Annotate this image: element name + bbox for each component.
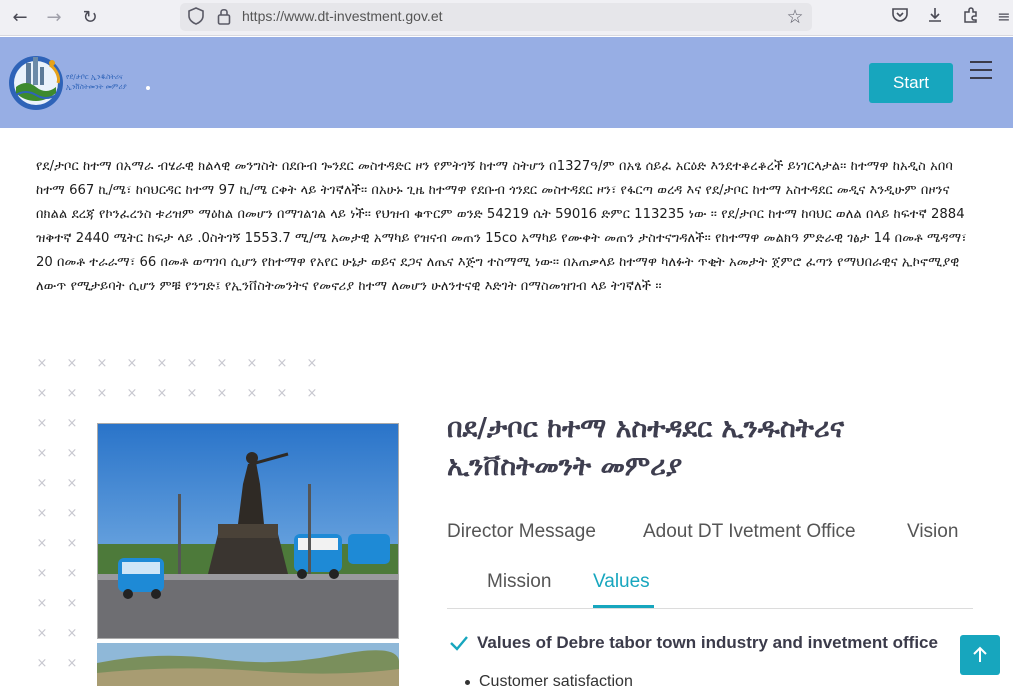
pocket-icon[interactable] xyxy=(889,6,911,28)
dot-mark: × xyxy=(276,356,288,371)
star-icon[interactable]: ☆ xyxy=(785,7,805,27)
dot-mark: × xyxy=(216,386,228,401)
dot-mark: × xyxy=(66,386,78,401)
tab-director-message[interactable]: Director Message xyxy=(447,521,596,543)
dot-mark: × xyxy=(96,356,108,371)
url-text[interactable]: https://www.dt-investment.gov.et xyxy=(242,8,443,24)
monument-photo xyxy=(97,423,399,639)
active-tab-indicator xyxy=(593,605,654,608)
dot-mark: × xyxy=(36,566,48,581)
download-icon[interactable] xyxy=(924,6,946,28)
dot-mark: × xyxy=(66,416,78,431)
dot-mark: × xyxy=(66,446,78,461)
dot-mark: × xyxy=(36,626,48,641)
hamburger-menu-icon[interactable] xyxy=(970,61,992,81)
dot-mark: × xyxy=(66,356,78,371)
scroll-to-top-button[interactable] xyxy=(960,635,1000,675)
address-bar[interactable]: https://www.dt-investment.gov.et ☆ xyxy=(180,3,812,31)
dot-mark: × xyxy=(96,386,108,401)
dot-mark: × xyxy=(186,356,198,371)
dot-mark: × xyxy=(66,626,78,641)
dot-mark: × xyxy=(126,356,138,371)
dot-mark: × xyxy=(66,506,78,521)
dot-mark: × xyxy=(66,596,78,611)
bullet-dot xyxy=(465,680,470,685)
site-logo[interactable]: የደ/ታቦር ኢንዱስትሪና ኢንቨስትመንት መምሪያ xyxy=(6,49,156,113)
extensions-icon[interactable] xyxy=(960,6,982,28)
dot-mark: × xyxy=(156,386,168,401)
dot-mark: × xyxy=(36,416,48,431)
dot-mark: × xyxy=(126,386,138,401)
dot-mark: × xyxy=(246,386,258,401)
lock-icon[interactable] xyxy=(214,7,234,27)
values-list-item: Customer satisfaction xyxy=(479,673,633,686)
back-icon[interactable]: ← xyxy=(8,6,32,30)
svg-text:ኢንቨስትመንት መምሪያ: ኢንቨስትመንት መምሪያ xyxy=(66,83,127,91)
dot-mark: × xyxy=(36,536,48,551)
values-heading: Values of Debre tabor town industry and … xyxy=(477,633,938,652)
dot-mark: × xyxy=(276,386,288,401)
browser-toolbar: ← → ↻ https://www.dt-investment.gov.et ☆… xyxy=(0,0,1013,36)
dot-mark: × xyxy=(306,386,318,401)
start-button[interactable]: Start xyxy=(869,63,953,103)
dot-mark: × xyxy=(246,356,258,371)
dot-mark: × xyxy=(36,446,48,461)
reload-icon[interactable]: ↻ xyxy=(78,6,102,30)
svg-text:የደ/ታቦር ኢንዱስትሪና: የደ/ታቦር ኢንዱስትሪና xyxy=(66,73,123,81)
tabs-divider xyxy=(447,608,973,609)
dot-mark: × xyxy=(66,536,78,551)
tab-mission[interactable]: Mission xyxy=(487,571,551,593)
dot-mark: × xyxy=(36,596,48,611)
forward-icon[interactable]: → xyxy=(42,6,66,30)
dot-mark: × xyxy=(36,656,48,671)
dot-mark: × xyxy=(36,506,48,521)
dot-mark: × xyxy=(306,356,318,371)
app-menu-icon[interactable]: ≡ xyxy=(993,6,1013,28)
dot-mark: × xyxy=(66,476,78,491)
dot-mark: × xyxy=(186,386,198,401)
shield-icon[interactable] xyxy=(186,7,206,27)
check-icon xyxy=(449,634,469,652)
office-title: በደ/ታቦር ከተማ አስተዳደር ኢንዱስትሪና ኢንቨስትመንት መምሪያ xyxy=(447,413,844,482)
dot-mark: × xyxy=(216,356,228,371)
dot-mark: × xyxy=(36,386,48,401)
intro-paragraph: የደ/ታቦር ከተማ በአማራ ብሄራዊ ክልላዊ መንግስት በደቡብ ጐንደ… xyxy=(36,159,967,294)
tab-vision[interactable]: Vision xyxy=(907,521,958,543)
dot-mark: × xyxy=(36,476,48,491)
dot-mark: × xyxy=(156,356,168,371)
site-header: የደ/ታቦር ኢንዱስትሪና ኢንቨስትመንት መምሪያ Start xyxy=(0,37,1013,128)
tab-about-office[interactable]: Adout DT Ivetment Office xyxy=(643,521,856,543)
landscape-photo xyxy=(97,643,399,686)
dot-mark: × xyxy=(36,356,48,371)
arrow-up-icon xyxy=(973,646,987,662)
dot-mark: × xyxy=(66,566,78,581)
dot-mark: × xyxy=(66,656,78,671)
tab-values[interactable]: Values xyxy=(593,571,650,593)
